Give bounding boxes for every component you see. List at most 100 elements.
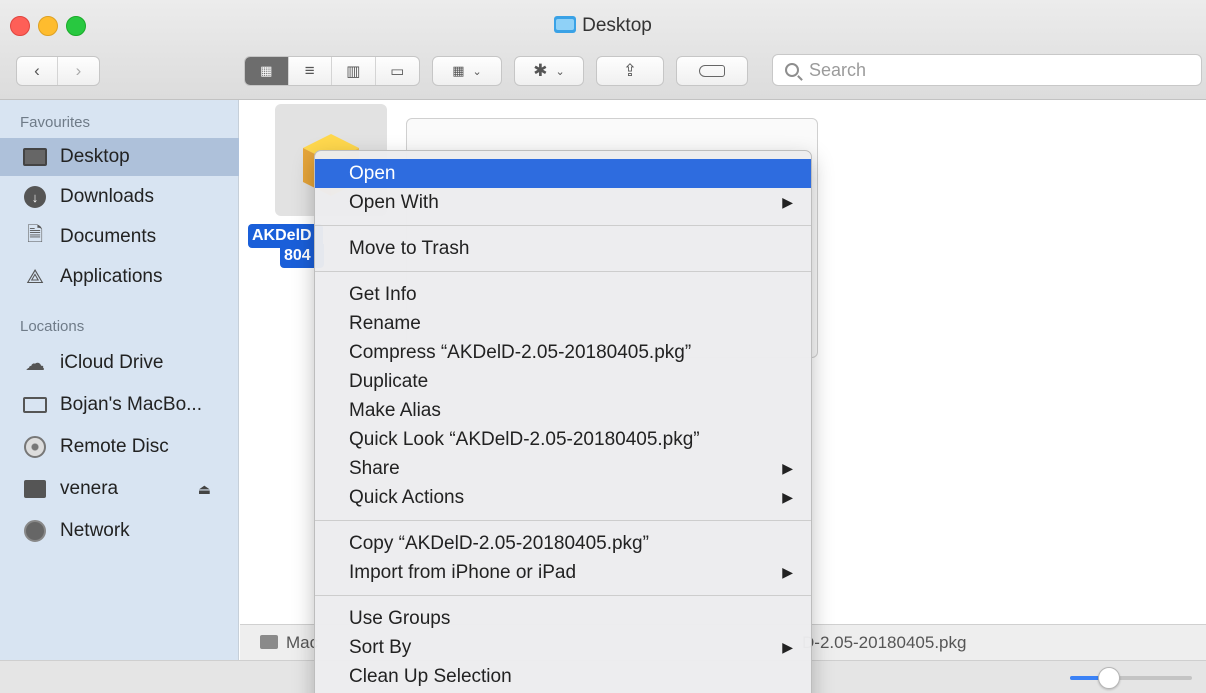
sidebar: Favourites Desktop ↓ Downloads 🗎 Documen… <box>0 100 239 660</box>
back-forward-control: ‹ › <box>16 56 100 86</box>
tag-icon <box>699 65 725 77</box>
window-title: Desktop <box>0 15 1206 37</box>
group-by-button[interactable]: ▦ ⌄ <box>432 56 502 86</box>
tags-button[interactable] <box>676 56 748 86</box>
applications-icon: ⟁ <box>26 265 44 288</box>
menu-item[interactable]: Duplicate <box>315 367 811 396</box>
menu-item-label: Get Info <box>349 284 417 305</box>
sidebar-item-label: Applications <box>60 266 163 287</box>
icon-size-slider[interactable] <box>1070 667 1192 689</box>
menu-item-label: Quick Look “AKDelD-2.05-20180405.pkg” <box>349 429 700 450</box>
sidebar-item-label: Network <box>60 520 130 541</box>
menu-item-label: Clean Up Selection <box>349 666 512 687</box>
sidebar-item-label: Desktop <box>60 146 130 167</box>
chevron-down-icon: ⌄ <box>555 65 565 78</box>
menu-item-label: Move to Trash <box>349 238 470 259</box>
eject-icon[interactable]: ⏏ <box>198 481 211 498</box>
submenu-arrow-icon: ▶ <box>782 639 793 655</box>
menu-item[interactable]: Move to Trash <box>315 234 811 263</box>
toolbar: Desktop ‹ › ▦ ≡ ▥ ▭ ▦ ⌄ ✱ ⌄ ⇪ Search <box>0 0 1206 100</box>
menu-item-label: Use Groups <box>349 608 451 629</box>
menu-separator <box>315 595 811 596</box>
share-icon: ⇪ <box>622 61 638 80</box>
column-view-icon[interactable]: ▥ <box>332 57 376 85</box>
menu-separator <box>315 520 811 521</box>
menu-item[interactable]: Open <box>315 159 811 188</box>
menu-item[interactable]: Get Info <box>315 280 811 309</box>
chevron-down-icon: ⌄ <box>472 65 482 78</box>
menu-item-label: Quick Actions <box>349 487 465 508</box>
submenu-arrow-icon: ▶ <box>782 194 793 210</box>
sidebar-item-remote-disc[interactable]: Remote Disc <box>0 428 239 466</box>
view-mode-control: ▦ ≡ ▥ ▭ <box>244 56 420 86</box>
folder-icon <box>554 16 577 33</box>
search-icon <box>785 63 799 77</box>
sidebar-item-label: Bojan's MacBo... <box>60 394 202 415</box>
menu-item-label: Rename <box>349 313 421 334</box>
menu-item-label: Share <box>349 458 400 479</box>
submenu-arrow-icon: ▶ <box>782 564 793 580</box>
cloud-icon: ☁ <box>25 352 45 375</box>
menu-item[interactable]: Copy “AKDelD-2.05-20180405.pkg” <box>315 529 811 558</box>
sidebar-item-label: iCloud Drive <box>60 352 164 373</box>
back-button[interactable]: ‹ <box>17 57 59 85</box>
menu-item[interactable]: Import from iPhone or iPad ▶ <box>315 558 811 587</box>
window-title-text: Desktop <box>582 15 652 36</box>
group-icon: ▦ <box>452 63 465 78</box>
sidebar-item-applications[interactable]: ⟁ Applications <box>0 258 239 296</box>
menu-item-label: Copy “AKDelD-2.05-20180405.pkg” <box>349 533 649 554</box>
disc-icon <box>22 436 48 458</box>
menu-item[interactable]: Quick Actions ▶ <box>315 483 811 512</box>
monitor-icon <box>22 478 48 500</box>
menu-item[interactable]: Sort By ▶ <box>315 633 811 662</box>
sidebar-item-desktop[interactable]: Desktop <box>0 138 239 176</box>
menu-item-label: Sort By <box>349 637 412 658</box>
documents-icon: 🗎 <box>26 224 44 246</box>
sidebar-item-icloud-drive[interactable]: ☁ iCloud Drive <box>0 344 239 382</box>
submenu-arrow-icon: ▶ <box>782 460 793 476</box>
menu-item-label: Open With <box>349 192 439 213</box>
menu-separator <box>315 225 811 226</box>
forward-button[interactable]: › <box>58 57 99 85</box>
finder-window: Desktop ‹ › ▦ ≡ ▥ ▭ ▦ ⌄ ✱ ⌄ ⇪ Search Fav… <box>0 0 1206 693</box>
path-segment-file[interactable]: D-2.05-20180405.pkg <box>802 633 966 653</box>
sidebar-item-venera[interactable]: venera ⏏ <box>0 470 239 508</box>
laptop-icon <box>22 394 48 416</box>
action-button[interactable]: ✱ ⌄ <box>514 56 584 86</box>
section-title-favourites: Favourites <box>20 114 91 131</box>
gallery-view-icon[interactable]: ▭ <box>376 57 419 85</box>
search-field[interactable]: Search <box>772 54 1202 86</box>
menu-item[interactable]: Clean Up Selection <box>315 662 811 691</box>
menu-item-label: Duplicate <box>349 371 429 392</box>
sidebar-item-documents[interactable]: 🗎 Documents <box>0 218 239 256</box>
desktop-icon <box>22 146 48 168</box>
icon-view-icon[interactable]: ▦ <box>245 57 289 85</box>
menu-item-label: Open <box>349 163 396 184</box>
menu-item[interactable]: Rename <box>315 309 811 338</box>
menu-item[interactable]: Quick Look “AKDelD-2.05-20180405.pkg” <box>315 425 811 454</box>
slider-knob[interactable] <box>1098 667 1121 689</box>
gear-icon: ✱ <box>533 61 548 80</box>
list-view-icon[interactable]: ≡ <box>289 57 332 85</box>
context-menu: Open Open With ▶ Move to Trash Get Info Renam… <box>314 150 812 693</box>
menu-item[interactable]: Compress “AKDelD-2.05-20180405.pkg” <box>315 338 811 367</box>
sidebar-item-downloads[interactable]: ↓ Downloads <box>0 178 239 216</box>
menu-item-label: Make Alias <box>349 400 441 421</box>
sidebar-item-label: venera <box>60 478 119 499</box>
share-button[interactable]: ⇪ <box>596 56 664 86</box>
section-title-locations: Locations <box>20 318 85 335</box>
submenu-arrow-icon: ▶ <box>782 489 793 505</box>
sidebar-item-label: Documents <box>60 226 157 247</box>
sidebar-item-label: Downloads <box>60 186 154 207</box>
menu-item[interactable]: Make Alias <box>315 396 811 425</box>
sidebar-item-network[interactable]: Network <box>0 512 239 550</box>
sidebar-item-label: Remote Disc <box>60 436 169 457</box>
hard-disk-icon <box>260 635 278 649</box>
menu-item[interactable]: Open With ▶ <box>315 188 811 217</box>
download-icon: ↓ <box>22 186 48 208</box>
menu-item[interactable]: Use Groups <box>315 604 811 633</box>
sidebar-item-macbook[interactable]: Bojan's MacBo... <box>0 386 239 424</box>
globe-icon <box>22 520 48 542</box>
menu-item-label: Import from iPhone or iPad <box>349 562 577 583</box>
menu-item[interactable]: Share ▶ <box>315 454 811 483</box>
